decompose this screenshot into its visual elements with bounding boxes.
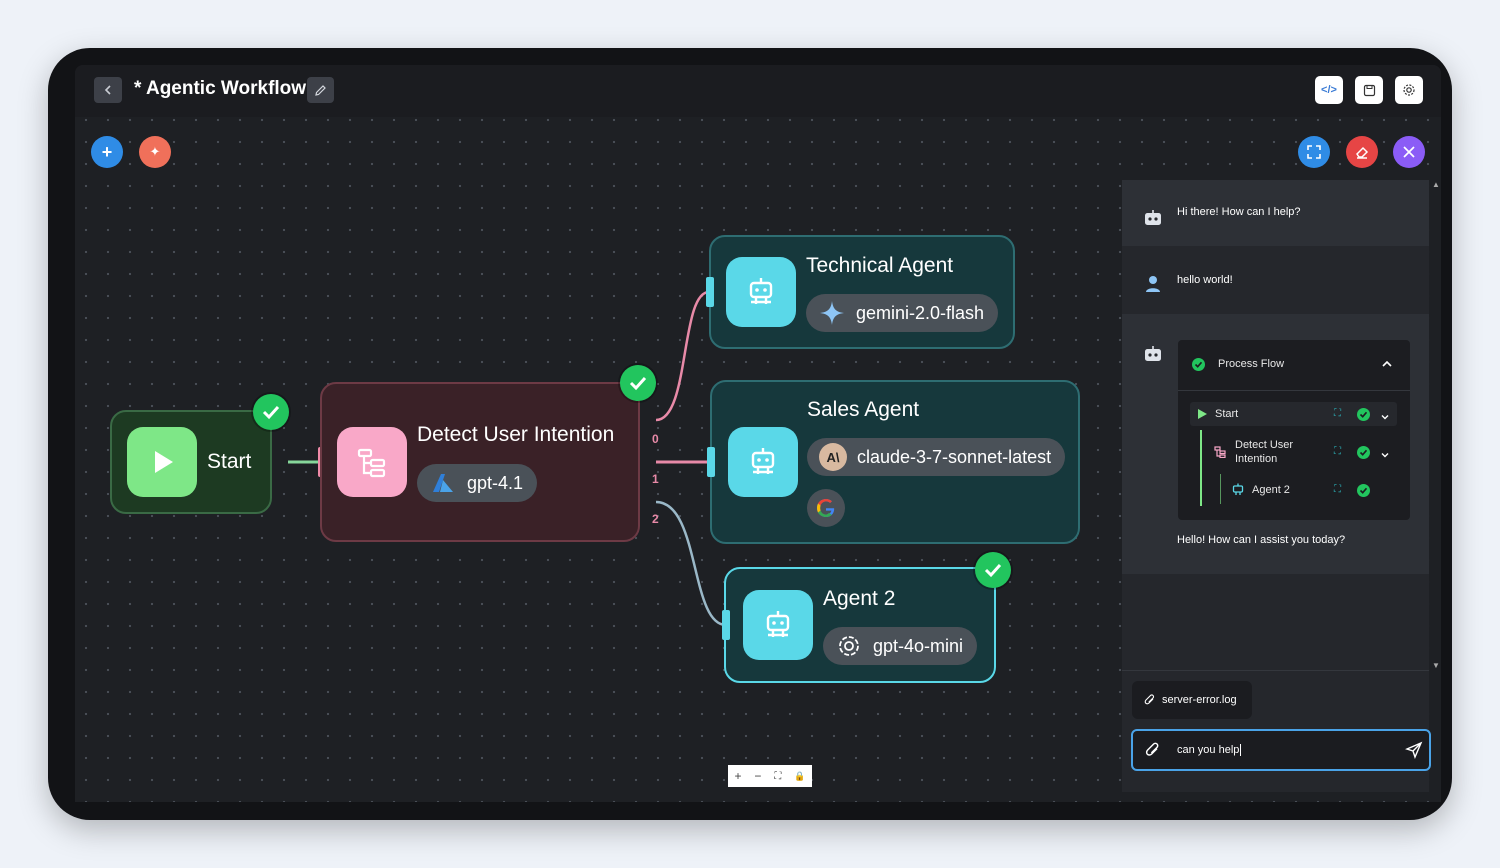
expand-icon[interactable]: ⛶	[1334, 484, 1341, 495]
flow-tree-line	[1220, 474, 1221, 504]
detect-node-label: Detect User Intention	[417, 423, 615, 446]
technical-model-pill[interactable]: gemini-2.0-flash	[806, 294, 999, 332]
sales-robot-tile	[728, 427, 798, 497]
step-check-icon	[1357, 408, 1370, 421]
flow-step-label: Start	[1215, 408, 1239, 420]
robot-icon	[1145, 210, 1161, 225]
bot-avatar	[1143, 344, 1163, 364]
gemini-logo-icon	[818, 299, 846, 327]
technical-model-name: gemini-2.0-flash	[856, 302, 985, 323]
agent2-robot-tile	[743, 590, 813, 660]
expand-icon[interactable]: ⛶	[1334, 446, 1341, 457]
send-icon[interactable]	[1405, 741, 1423, 759]
agent2-model-name: gpt-4o-mini	[873, 635, 964, 656]
fit-view-icon[interactable]: ⛶	[774, 771, 781, 782]
check-icon	[629, 376, 647, 391]
agent2-model-pill[interactable]: gpt-4o-mini	[823, 627, 978, 665]
check-icon	[984, 563, 1002, 578]
check-icon	[262, 405, 280, 420]
detect-success-check	[620, 365, 656, 401]
robot-icon	[751, 448, 775, 474]
agent2-input-port[interactable]	[722, 610, 730, 640]
technical-robot-tile	[726, 257, 796, 327]
sales-model-pill[interactable]: A\ claude-3-7-sonnet-latest	[807, 438, 1066, 476]
chat-message-text: Hi there! How can I help?	[1177, 206, 1301, 218]
sales-node-label: Sales Agent	[807, 398, 920, 421]
tree-structure-icon	[1214, 446, 1226, 458]
chat-input-box[interactable]: can you help	[1131, 729, 1431, 771]
sales-tool-chip[interactable]	[807, 489, 845, 527]
chat-divider	[1122, 670, 1429, 671]
sales-model-name: claude-3-7-sonnet-latest	[857, 446, 1052, 467]
port-label-0: 0	[652, 432, 659, 446]
flow-step-label: Detect User Intention	[1235, 439, 1294, 465]
collapse-chevron-icon[interactable]	[1381, 357, 1393, 375]
chat-message-user	[1122, 246, 1429, 314]
robot-icon	[749, 278, 773, 304]
chevron-down-icon[interactable]	[1380, 409, 1390, 427]
anthropic-logo-icon: A\	[819, 443, 847, 471]
zoom-out-button[interactable]: −	[754, 769, 761, 783]
expand-icon[interactable]: ⛶	[1334, 408, 1341, 419]
flow-step-label: Agent 2	[1252, 484, 1290, 496]
robot-icon	[1145, 346, 1161, 361]
technical-input-port[interactable]	[706, 277, 714, 307]
technical-node-label: Technical Agent	[806, 254, 954, 277]
detect-model-pill[interactable]: gpt-4.1	[417, 464, 538, 502]
chevron-down-icon[interactable]	[1380, 447, 1390, 465]
flow-tree-line	[1200, 430, 1202, 506]
chat-input-value[interactable]: can you help	[1177, 744, 1242, 756]
chat-message-text: hello world!	[1177, 274, 1233, 286]
google-logo-icon	[817, 499, 835, 517]
sales-input-port[interactable]	[707, 447, 715, 477]
process-flow-title: Process Flow	[1218, 358, 1285, 370]
play-icon-tile	[127, 427, 197, 497]
step-check-icon	[1357, 484, 1370, 497]
lock-icon[interactable]: 🔒	[794, 771, 805, 782]
chat-scrollbar[interactable]: ▲ ▼	[1432, 180, 1440, 670]
agent2-success-check	[975, 552, 1011, 588]
process-flow-check-icon	[1192, 358, 1205, 371]
scroll-down-icon[interactable]: ▼	[1432, 661, 1440, 670]
process-flow-divider	[1178, 390, 1410, 391]
zoom-controls: + − ⛶ 🔒	[728, 765, 812, 787]
robot-icon	[766, 611, 790, 637]
port-label-2: 2	[652, 512, 659, 526]
user-avatar	[1143, 274, 1163, 294]
bot-avatar	[1143, 208, 1163, 228]
tree-icon-tile	[337, 427, 407, 497]
port-label-1: 1	[652, 472, 659, 486]
paperclip-icon[interactable]	[1145, 742, 1161, 758]
play-icon	[155, 451, 173, 473]
tree-structure-icon	[357, 448, 386, 478]
scroll-up-icon[interactable]: ▲	[1432, 180, 1440, 189]
play-icon	[1198, 409, 1207, 419]
agent2-node-label: Agent 2	[823, 587, 896, 610]
detect-model-name: gpt-4.1	[467, 472, 524, 493]
user-icon	[1146, 276, 1160, 292]
process-flow-card	[1178, 340, 1410, 520]
azure-logo-icon	[429, 469, 457, 497]
start-node-label: Start	[207, 450, 252, 473]
attachment-filename: server-error.log	[1162, 694, 1237, 706]
openai-logo-icon	[835, 632, 863, 660]
start-success-check	[253, 394, 289, 430]
robot-icon	[1232, 483, 1244, 495]
paperclip-icon	[1144, 694, 1155, 705]
zoom-in-button[interactable]: +	[734, 769, 741, 783]
chat-message-text: Hello! How can I assist you today?	[1177, 534, 1346, 546]
attachment-chip[interactable]: server-error.log	[1132, 681, 1252, 719]
step-check-icon	[1357, 446, 1370, 459]
